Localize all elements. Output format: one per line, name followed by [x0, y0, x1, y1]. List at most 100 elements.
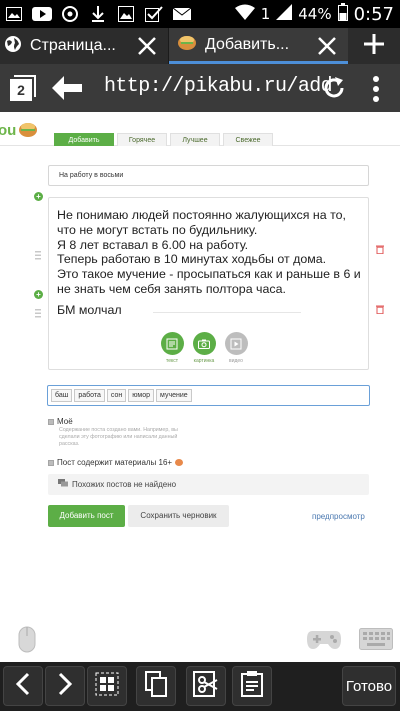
- editor-line: Я 8 лет вставал в 6.00 на работу.: [57, 237, 249, 252]
- mine-hint: Содержание поста создано вами. Например,…: [59, 427, 178, 447]
- tag-chip[interactable]: юмор: [128, 389, 155, 402]
- gamepad-icon[interactable]: [306, 627, 342, 651]
- trash-icon[interactable]: [376, 241, 384, 255]
- adult-checkbox[interactable]: [48, 459, 54, 466]
- download-icon: [88, 4, 108, 24]
- editor-signature: БМ молчал: [57, 303, 122, 317]
- video-icon: [224, 332, 248, 355]
- divider: [153, 312, 301, 313]
- address-bar: 2 http://pikabu.ru/add: [0, 64, 400, 112]
- youtube-icon: [32, 4, 52, 24]
- cursor-left-button[interactable]: [3, 666, 43, 706]
- nav-tab-add-post[interactable]: Добавить пост: [54, 133, 114, 157]
- block-type-buttons: текст картинка видео: [160, 332, 248, 364]
- reload-icon[interactable]: [322, 76, 346, 100]
- tab-count: 2: [10, 79, 32, 101]
- gallery-icon: [116, 4, 136, 24]
- cursor-right-button[interactable]: [45, 666, 85, 706]
- copy-button[interactable]: [136, 666, 176, 706]
- svg-text:ou: ou: [0, 122, 16, 139]
- nav-tab-best[interactable]: Лучшее: [170, 133, 220, 146]
- status-bar: 1 44% 0:57: [0, 0, 400, 28]
- back-arrow-icon[interactable]: [50, 74, 84, 102]
- battery-percent: 44%: [298, 5, 332, 23]
- drag-handle-icon[interactable]: [35, 247, 41, 260]
- signal-icon: [276, 4, 293, 24]
- pikabu-logo-icon[interactable]: ou: [0, 118, 38, 142]
- preview-link[interactable]: предпросмотр: [312, 512, 365, 521]
- drag-handle-icon[interactable]: [35, 305, 41, 318]
- chevron-right-icon: [57, 672, 73, 701]
- add-text-block-button[interactable]: текст: [160, 332, 184, 364]
- editor-line: Это такое мучение - просыпаться как и ра…: [57, 267, 361, 296]
- post-title-input[interactable]: На работу в восьми: [48, 165, 369, 186]
- mine-checkbox-row[interactable]: Моё: [48, 417, 73, 426]
- similar-posts-panel: Похожих постов не найдено: [48, 474, 369, 495]
- similar-posts-text: Похожих постов не найдено: [72, 480, 177, 489]
- close-tab-icon[interactable]: [316, 35, 338, 57]
- block-label: картинка: [193, 358, 215, 364]
- tab-title: Добавить...: [205, 35, 290, 53]
- editor-text: Не понимаю людей постоянно жалующихся на…: [57, 208, 367, 297]
- tag-chip[interactable]: мучение: [156, 389, 192, 402]
- chevron-left-icon: [15, 672, 31, 701]
- add-video-block-button[interactable]: видео: [224, 332, 248, 364]
- done-button[interactable]: Готово: [342, 666, 396, 706]
- text-icon: [160, 332, 184, 355]
- add-post-button[interactable]: Добавить пост: [48, 505, 125, 527]
- tab-switcher-button[interactable]: 2: [10, 75, 36, 102]
- clipboard-icon: [241, 670, 263, 702]
- add-block-plus-icon[interactable]: +: [34, 290, 43, 299]
- copy-icon: [145, 670, 167, 702]
- adult-badge-icon: [175, 459, 184, 466]
- tag-chip[interactable]: работа: [74, 389, 105, 402]
- tag-chip[interactable]: сон: [106, 389, 127, 402]
- select-all-button[interactable]: [87, 666, 127, 706]
- block-label: текст: [165, 358, 179, 364]
- tab-strip: Страница... Добавить...: [0, 28, 400, 64]
- nav-tab-fresh[interactable]: Свежее: [223, 133, 273, 146]
- clock: 0:57: [353, 3, 394, 25]
- add-image-block-button[interactable]: картинка: [192, 332, 216, 364]
- mine-label: Моё: [57, 417, 73, 426]
- url-field[interactable]: http://pikabu.ru/add: [104, 75, 333, 98]
- block-label: видео: [229, 358, 243, 364]
- editor-line: Не понимаю людей постоянно жалующихся на…: [57, 208, 346, 237]
- add-block-plus-icon[interactable]: +: [34, 192, 43, 201]
- tag-chip[interactable]: баш: [51, 389, 73, 402]
- overflow-menu-icon[interactable]: [372, 76, 380, 102]
- close-tab-icon[interactable]: [136, 35, 158, 57]
- image-icon: [4, 4, 24, 24]
- sync-icon: [60, 4, 80, 24]
- globe-icon: [4, 35, 22, 58]
- scissors-icon: [193, 670, 219, 702]
- bottom-toolbar: Готово: [0, 662, 400, 711]
- mouse-icon[interactable]: [18, 626, 36, 653]
- battery-icon: [337, 3, 348, 25]
- nav-tab-hot[interactable]: Горячее: [117, 133, 167, 146]
- editor-line: Теперь работаю в 10 минутах ходьбы от до…: [57, 252, 327, 267]
- mine-checkbox[interactable]: [48, 418, 54, 425]
- new-tab-button[interactable]: [348, 28, 400, 64]
- sim-indicator: 1: [260, 5, 271, 23]
- plus-icon: [362, 32, 386, 61]
- adult-checkbox-row[interactable]: Пост содержит материалы 16+: [48, 458, 184, 467]
- tags-input[interactable]: баш работа сон юмор мучение: [47, 385, 370, 406]
- tab-add-post[interactable]: Добавить...: [169, 28, 348, 64]
- tab-page[interactable]: Страница...: [0, 28, 169, 64]
- adult-label: Пост содержит материалы 16+: [57, 458, 173, 467]
- trash-icon[interactable]: [376, 301, 384, 315]
- comments-icon: [58, 474, 68, 495]
- save-draft-button[interactable]: Сохранить черновик: [128, 505, 229, 527]
- wifi-icon: [234, 4, 255, 24]
- select-all-icon: [95, 672, 119, 701]
- checkbox-icon: [144, 4, 164, 24]
- tab-title: Страница...: [30, 37, 116, 54]
- keyboard-icon[interactable]: [359, 628, 393, 650]
- cut-button[interactable]: [186, 666, 226, 706]
- camera-icon: [192, 332, 216, 355]
- mail-icon: [172, 4, 192, 24]
- pikabu-favicon-icon: [177, 33, 197, 56]
- nav-tabs: Добавить пост Горячее Лучшее Свежее: [54, 133, 273, 157]
- paste-button[interactable]: [232, 666, 272, 706]
